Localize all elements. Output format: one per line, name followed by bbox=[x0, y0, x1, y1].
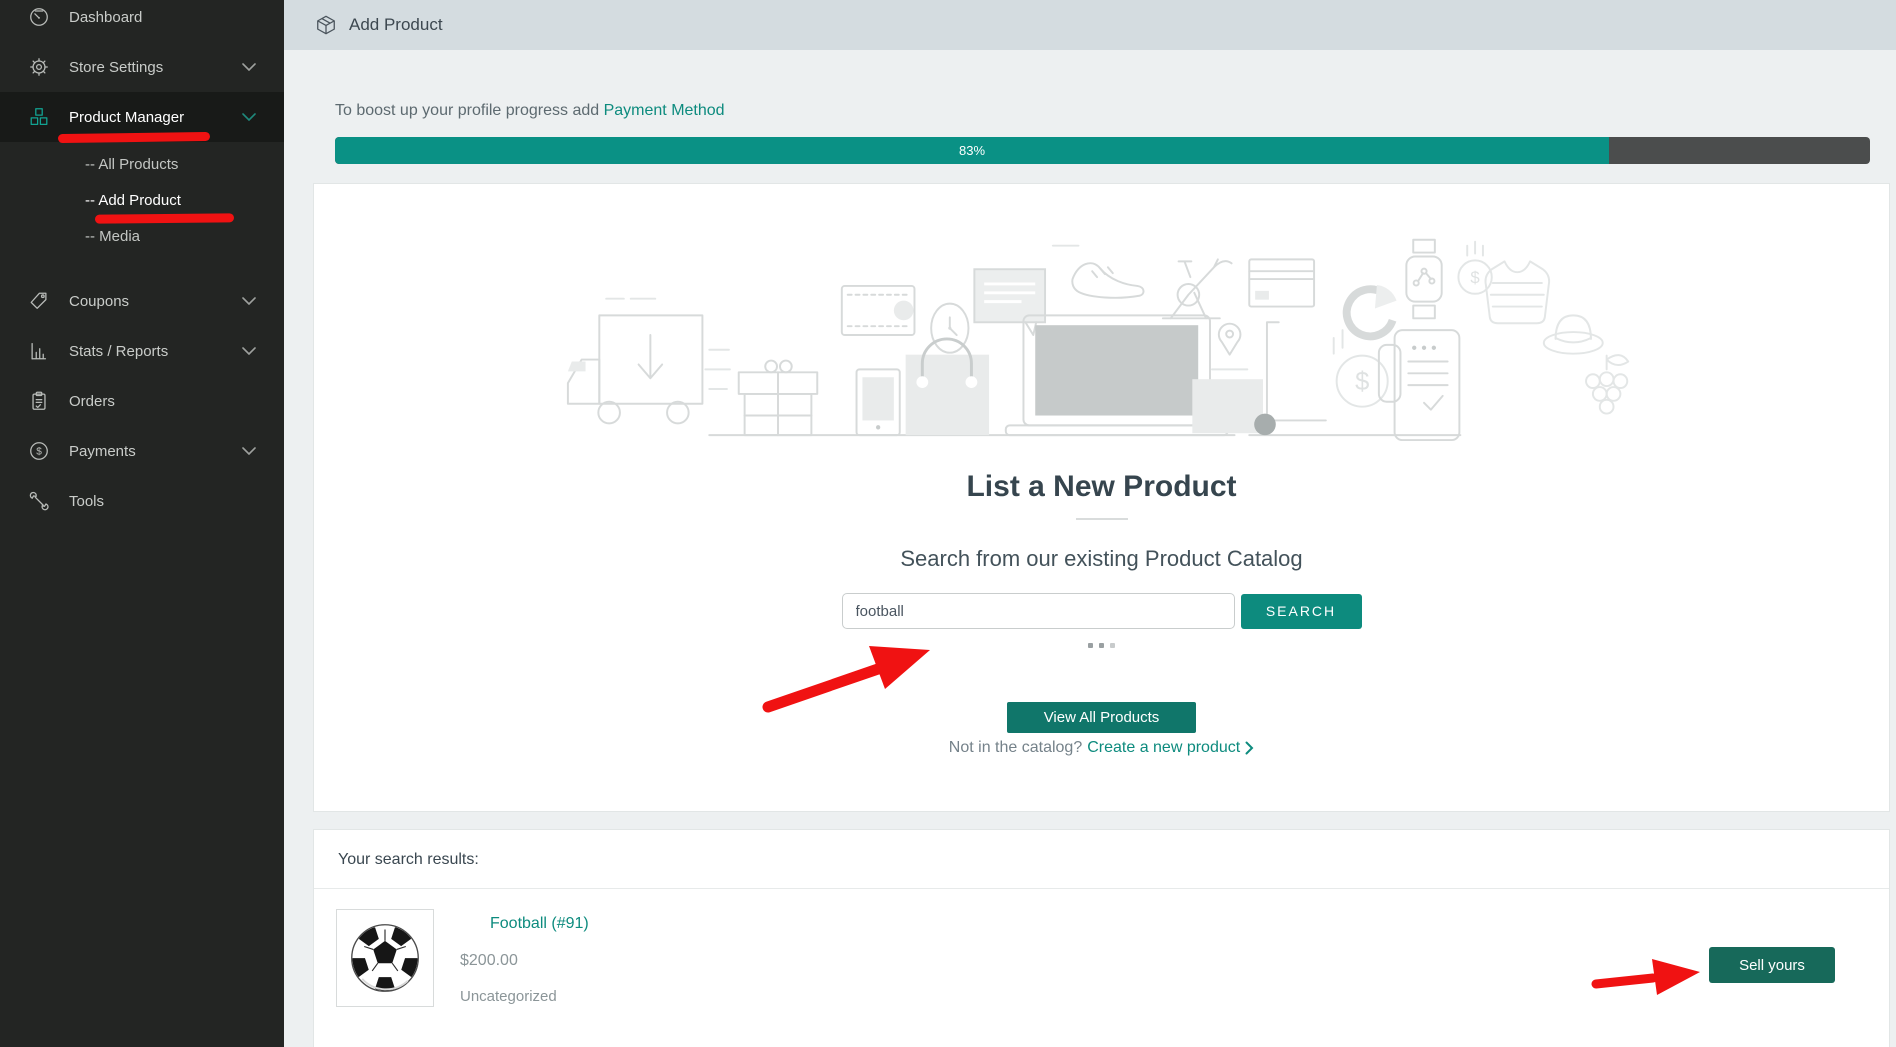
results-heading: Your search results: bbox=[314, 830, 1889, 869]
catalog-panel: $ $ bbox=[313, 183, 1890, 812]
loading-dots bbox=[314, 643, 1889, 648]
not-in-catalog-text: Not in the catalog? bbox=[949, 739, 1082, 757]
sidebar-subitem-label: -- All Products bbox=[85, 156, 178, 173]
tag-icon bbox=[27, 289, 51, 313]
sidebar-item-tools[interactable]: Tools bbox=[0, 476, 284, 526]
chevron-down-icon bbox=[242, 297, 256, 305]
product-category: Uncategorized bbox=[460, 988, 589, 1005]
sidebar-item-add-product[interactable]: -- Add Product bbox=[0, 182, 284, 218]
soccer-ball-image bbox=[347, 920, 423, 996]
chevron-down-icon bbox=[242, 113, 256, 121]
content: To boost up your profile progress add Pa… bbox=[284, 50, 1896, 1047]
sell-yours-button[interactable]: Sell yours bbox=[1709, 947, 1835, 983]
clipboard-icon bbox=[27, 389, 51, 413]
ecommerce-illustration: $ $ bbox=[562, 229, 1642, 443]
chevron-down-icon bbox=[242, 447, 256, 455]
sidebar-item-label: Product Manager bbox=[69, 109, 184, 126]
sidebar-item-all-products[interactable]: -- All Products bbox=[0, 146, 284, 182]
search-button[interactable]: SEARCH bbox=[1241, 594, 1362, 629]
smartwatch-icon bbox=[1406, 240, 1441, 319]
app-window: Dashboard Store Settings Product Manager bbox=[0, 0, 1896, 1047]
svg-text:$: $ bbox=[1470, 268, 1480, 287]
page-title: Add Product bbox=[349, 15, 443, 35]
sidebar-subitem-label: -- Add Product bbox=[85, 192, 181, 209]
hat-icon bbox=[1543, 315, 1602, 353]
result-row: Football (#91) $200.00 Uncategorized bbox=[314, 889, 1889, 1037]
profile-progress-bar: 83% bbox=[335, 137, 1870, 164]
product-blocks-icon bbox=[27, 105, 51, 129]
dollar-circle-icon: $ bbox=[27, 439, 51, 463]
cube-icon bbox=[315, 14, 337, 36]
sidebar-item-label: Orders bbox=[69, 393, 115, 410]
sidebar-item-stats-reports[interactable]: Stats / Reports bbox=[0, 326, 284, 376]
dashboard-gauge-icon bbox=[27, 5, 51, 29]
page-header: Add Product bbox=[284, 0, 1896, 50]
sidebar-item-label: Store Settings bbox=[69, 59, 163, 76]
product-thumbnail bbox=[336, 909, 434, 1007]
annotation-underline-add-product bbox=[95, 213, 234, 223]
sidebar-item-label: Tools bbox=[69, 493, 104, 510]
exercise-bike-icon bbox=[1162, 259, 1231, 318]
search-input[interactable] bbox=[842, 593, 1235, 629]
gift-icon bbox=[738, 361, 817, 436]
chevron-down-icon bbox=[242, 63, 256, 71]
profile-progress-notice: To boost up your profile progress add Pa… bbox=[335, 102, 1896, 120]
pie-chart-icon bbox=[1346, 285, 1396, 336]
sidebar-item-payments[interactable]: $ Payments bbox=[0, 426, 284, 476]
sidebar-item-label: Stats / Reports bbox=[69, 343, 168, 360]
catalog-search-subtitle: Search from our existing Product Catalog bbox=[314, 545, 1889, 573]
sidebar-item-coupons[interactable]: Coupons bbox=[0, 276, 284, 326]
main-area: Add Product To boost up your profile pro… bbox=[284, 0, 1896, 1047]
create-new-product-link[interactable]: Create a new product bbox=[1087, 739, 1240, 757]
catalog-search-row: SEARCH bbox=[314, 593, 1889, 629]
svg-text:$: $ bbox=[1355, 368, 1369, 396]
speech-bubble-icon bbox=[974, 246, 1078, 335]
payment-method-link[interactable]: Payment Method bbox=[604, 102, 725, 119]
credit-card-icon bbox=[1249, 259, 1314, 306]
svg-text:$: $ bbox=[36, 447, 42, 458]
sidebar-subitem-label: -- Media bbox=[85, 228, 140, 245]
wrench-icon bbox=[27, 489, 51, 513]
grapes-icon bbox=[1586, 355, 1628, 413]
gear-icon bbox=[27, 55, 51, 79]
sidebar-item-store-settings[interactable]: Store Settings bbox=[0, 42, 284, 92]
view-all-products-button[interactable]: View All Products bbox=[1007, 702, 1196, 733]
progress-fill: 83% bbox=[335, 137, 1609, 164]
product-info: Football (#91) $200.00 Uncategorized bbox=[460, 909, 589, 1007]
wallet-icon bbox=[841, 286, 914, 335]
sidebar-item-media[interactable]: -- Media bbox=[0, 218, 284, 254]
chevron-down-icon bbox=[242, 347, 256, 355]
receipt-icon bbox=[1378, 330, 1459, 440]
sidebar-item-label: Payments bbox=[69, 443, 136, 460]
truck-icon bbox=[567, 299, 729, 424]
product-name-link[interactable]: Football (#91) bbox=[490, 915, 589, 933]
notice-text: To boost up your profile progress add bbox=[335, 102, 599, 119]
product-price: $200.00 bbox=[460, 952, 589, 970]
progress-percent-label: 83% bbox=[959, 143, 985, 158]
sidebar-item-label: Coupons bbox=[69, 293, 129, 310]
hand-truck-icon bbox=[1192, 322, 1326, 435]
sidebar-item-label: Dashboard bbox=[69, 9, 142, 26]
chevron-right-icon bbox=[1245, 741, 1254, 755]
sneaker-icon bbox=[1072, 263, 1143, 298]
phone-icon bbox=[856, 369, 899, 435]
search-results-panel: Your search results: bbox=[313, 829, 1890, 1047]
page-main-heading: List a New Product bbox=[314, 468, 1889, 506]
sidebar-item-orders[interactable]: Orders bbox=[0, 376, 284, 426]
jacket-icon bbox=[1485, 261, 1549, 323]
heading-divider bbox=[1076, 518, 1128, 520]
sidebar-item-dashboard[interactable]: Dashboard bbox=[0, 0, 284, 42]
sidebar: Dashboard Store Settings Product Manager bbox=[0, 0, 284, 1047]
bar-chart-icon bbox=[27, 339, 51, 363]
create-product-row: Not in the catalog? Create a new product bbox=[314, 739, 1889, 757]
